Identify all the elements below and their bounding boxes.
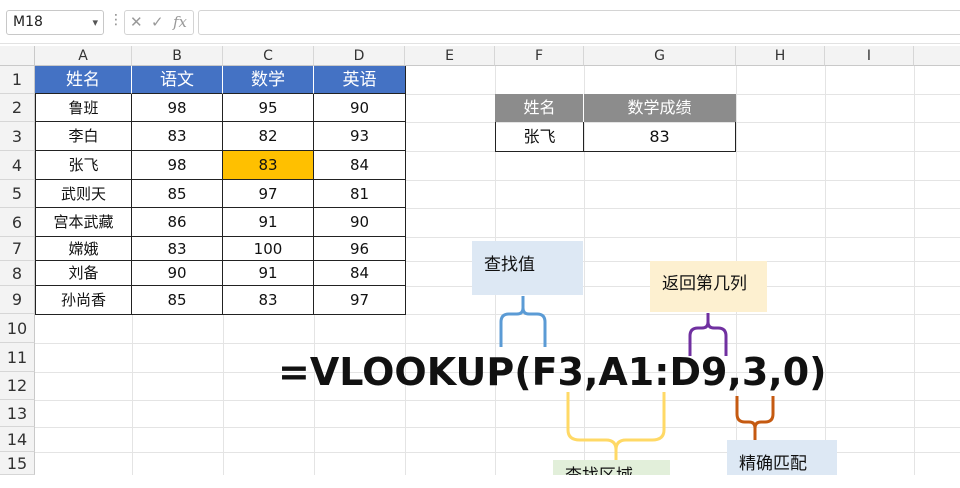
formula-text: =VLOOKUP(F3,A1:D9,3,0) (278, 350, 827, 394)
brace-overlay (499, 296, 775, 460)
brace-range (566, 392, 666, 460)
brace-exact-match (735, 396, 775, 440)
brace-lookup-value (499, 296, 547, 347)
